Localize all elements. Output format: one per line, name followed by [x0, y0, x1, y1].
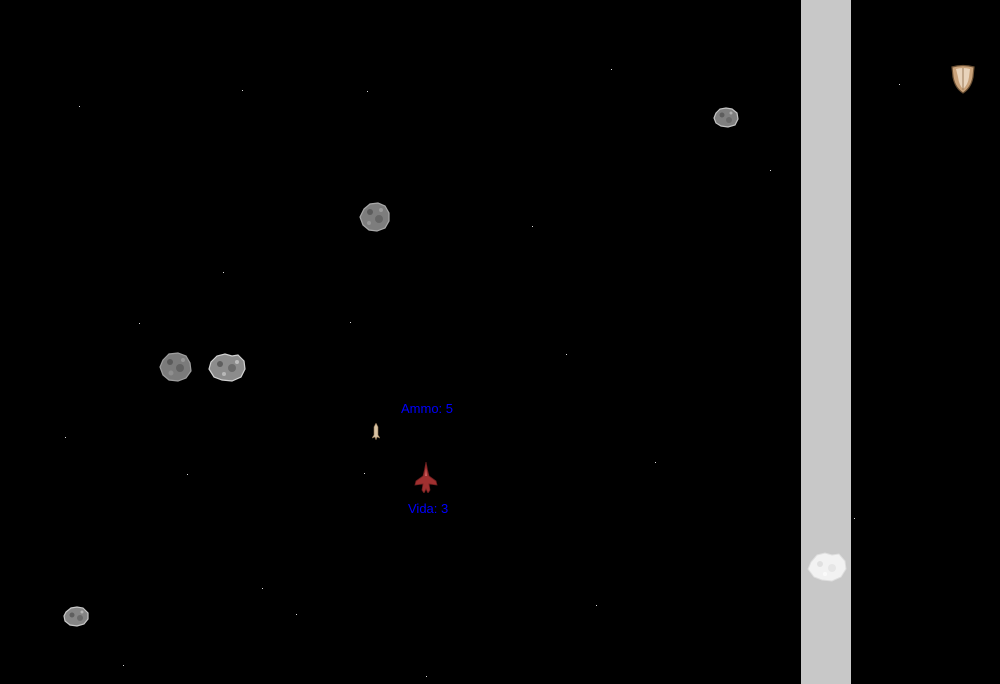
asteroid-icon: [159, 352, 192, 382]
star: [350, 322, 351, 323]
star: [139, 323, 140, 324]
asteroid-icon: [359, 202, 390, 232]
life-counter: Vida: 3: [408, 501, 449, 516]
star: [65, 437, 66, 438]
star: [296, 614, 297, 615]
star: [596, 605, 597, 606]
star: [566, 354, 567, 355]
star: [611, 69, 612, 70]
star: [262, 588, 263, 589]
star: [223, 272, 224, 273]
star: [655, 462, 656, 463]
missile-icon: [372, 423, 380, 440]
star: [532, 226, 533, 227]
asteroid-icon: [713, 107, 739, 128]
star: [899, 84, 900, 85]
asteroid-icon: [63, 606, 89, 627]
star: [364, 473, 365, 474]
star: [79, 106, 80, 107]
star: [242, 90, 243, 91]
game-canvas[interactable]: Ammo: 5 Vida: 3: [0, 0, 1000, 684]
star: [123, 665, 124, 666]
star: [367, 91, 368, 92]
ammo-counter: Ammo: 5: [401, 401, 454, 416]
red-starfighter-icon[interactable]: [414, 462, 438, 493]
asteroid-icon: [807, 552, 847, 582]
star: [426, 676, 427, 677]
star: [770, 170, 771, 171]
shield-icon[interactable]: [950, 64, 976, 94]
star: [854, 518, 855, 519]
asteroid-icon: [208, 353, 246, 382]
star: [187, 474, 188, 475]
